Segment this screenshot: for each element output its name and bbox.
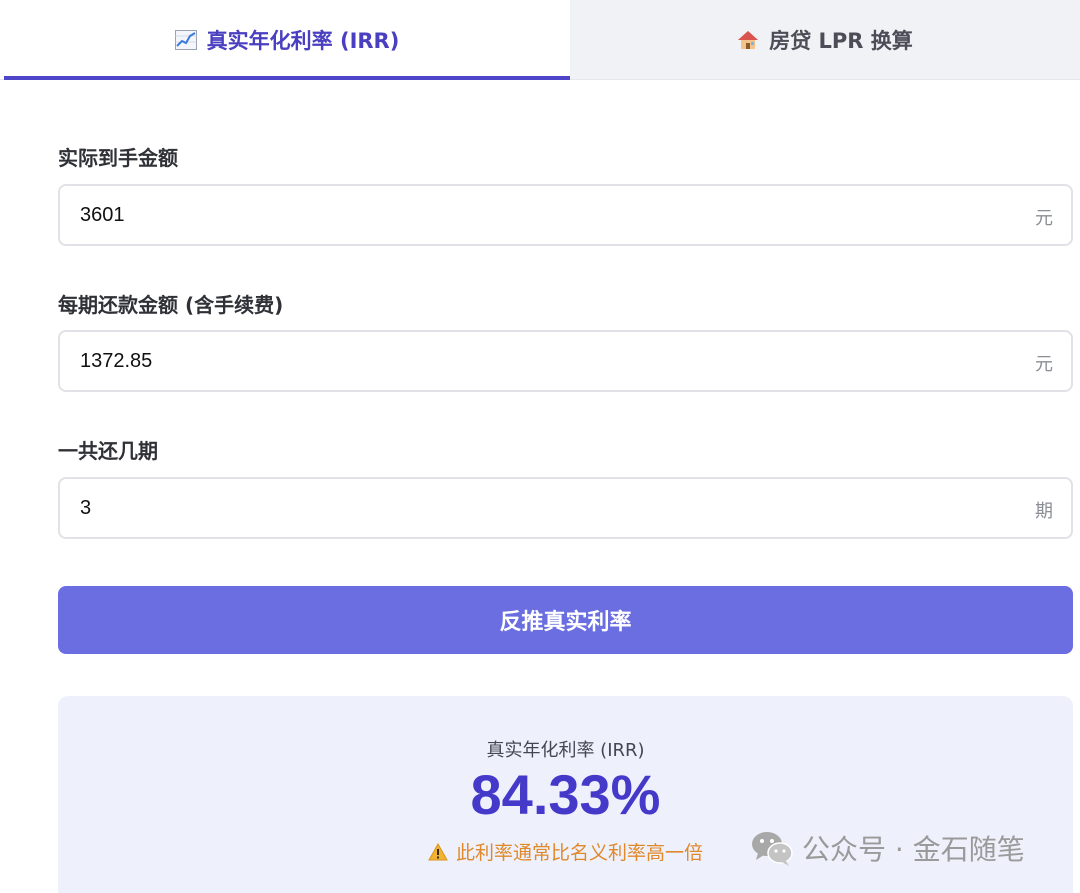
tab-irr[interactable]: 真实年化利率 (IRR) (4, 0, 570, 80)
watermark-text: 公众号 · 金石随笔 (802, 833, 1025, 866)
net-amount-field[interactable]: 元 (58, 184, 1073, 246)
payment-field[interactable]: 元 (58, 330, 1073, 392)
result-note: 此利率通常比名义利率高一倍 (428, 838, 703, 865)
payment-unit: 元 (1035, 354, 1053, 375)
net-amount-input[interactable] (80, 186, 980, 244)
net-amount-label: 实际到手金额 (58, 146, 178, 170)
calculate-irr-button[interactable]: 反推真实利率 (58, 586, 1073, 654)
periods-input[interactable] (80, 479, 980, 537)
periods-field[interactable]: 期 (58, 477, 1073, 539)
net-amount-unit: 元 (1035, 208, 1053, 229)
result-value: 84.33% (470, 763, 661, 826)
warning-icon (428, 842, 448, 860)
irr-calculator-page: 真实年化利率 (IRR) 房贷 LPR 换算 实际到手金额 元 每期还款金额 (… (0, 0, 1080, 893)
result-note-text: 此利率通常比名义利率高一倍 (456, 842, 704, 864)
tab-lpr-label: 房贷 LPR 换算 (769, 28, 913, 53)
house-icon (738, 30, 759, 49)
wechat-icon (752, 832, 793, 866)
result-label: 真实年化利率 (IRR) (486, 740, 645, 761)
chart-increasing-icon (174, 29, 197, 50)
tab-lpr[interactable]: 房贷 LPR 换算 (570, 0, 1080, 79)
tab-bar: 真实年化利率 (IRR) 房贷 LPR 换算 (0, 0, 1080, 80)
tab-irr-label: 真实年化利率 (IRR) (206, 28, 400, 53)
watermark: 公众号 · 金石随笔 (750, 828, 1025, 868)
periods-unit: 期 (1035, 501, 1053, 522)
payment-label: 每期还款金额 (含手续费) (58, 293, 284, 317)
payment-input[interactable] (80, 332, 980, 390)
periods-label: 一共还几期 (58, 439, 158, 463)
